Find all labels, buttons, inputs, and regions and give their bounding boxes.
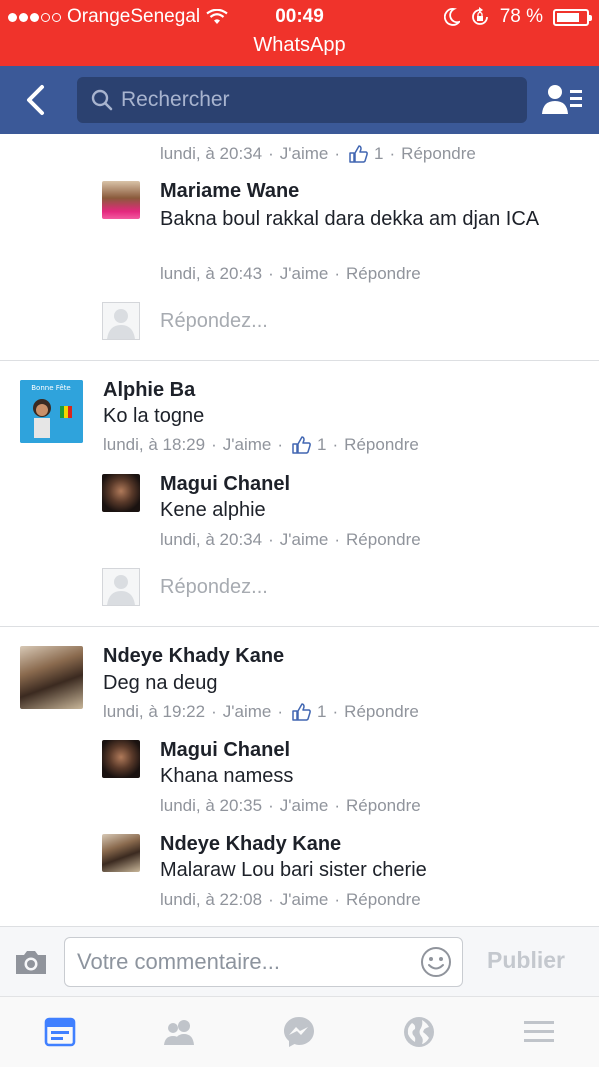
search-icon bbox=[91, 89, 113, 111]
news-feed-icon[interactable] bbox=[43, 1015, 77, 1049]
back-arrow-icon[interactable] bbox=[20, 83, 54, 117]
comment-time: lundi, à 20:35 bbox=[160, 796, 263, 815]
comment-composer: Votre commentaire... Publier bbox=[0, 926, 599, 996]
reply-link[interactable]: Répondre bbox=[346, 530, 421, 550]
comment-time: lundi, à 19:22 bbox=[103, 702, 206, 721]
reply-link[interactable]: Répondre bbox=[401, 144, 476, 164]
commenter-name[interactable]: Alphie Ba bbox=[103, 379, 195, 402]
thumbs-up-icon bbox=[292, 703, 311, 721]
like-link[interactable]: J'aime bbox=[280, 530, 329, 550]
like-link[interactable]: J'aime bbox=[280, 796, 329, 816]
rotation-lock-icon bbox=[471, 7, 488, 25]
avatar[interactable]: Bonne Fête bbox=[20, 380, 83, 443]
reply-link[interactable]: Répondre bbox=[344, 435, 419, 455]
comment-meta: lundi, à 18:29 · J'aime · 1 · Répondre bbox=[103, 435, 419, 455]
avatar[interactable] bbox=[102, 474, 140, 512]
comment-text: Deg na deug bbox=[103, 672, 218, 694]
camera-icon[interactable] bbox=[14, 948, 48, 976]
comment-text: Bakna boul rakkal dara dekka am djan ICA bbox=[160, 208, 540, 230]
navigation-bar: Rechercher bbox=[0, 66, 599, 134]
thread-divider bbox=[0, 360, 599, 361]
comment-meta: lundi, à 20:34 · J'aime · Répondre bbox=[160, 530, 421, 550]
comment-input[interactable]: Votre commentaire... bbox=[64, 937, 463, 987]
comment-time: lundi, à 20:34 bbox=[160, 144, 263, 163]
comment-meta: lundi, à 19:22 · J'aime · 1 · Répondre bbox=[103, 702, 419, 722]
search-input[interactable]: Rechercher bbox=[77, 77, 527, 123]
menu-icon[interactable] bbox=[522, 1015, 556, 1049]
friend-list-icon[interactable] bbox=[541, 82, 583, 116]
thumbs-up-icon bbox=[292, 436, 311, 454]
comment-text: Kene alphie bbox=[160, 499, 266, 521]
reply-link[interactable]: Répondre bbox=[346, 890, 421, 910]
like-link[interactable]: J'aime bbox=[223, 702, 272, 722]
comment-time: lundi, à 20:34 bbox=[160, 530, 263, 549]
emoji-icon[interactable] bbox=[420, 946, 452, 978]
tab-bar bbox=[0, 996, 599, 1067]
commenter-name[interactable]: Magui Chanel bbox=[160, 473, 290, 496]
like-count: 1 bbox=[317, 435, 327, 454]
moon-icon bbox=[443, 8, 460, 26]
like-count: 1 bbox=[374, 144, 384, 163]
comment-time: lundi, à 18:29 bbox=[103, 435, 206, 454]
like-link[interactable]: J'aime bbox=[280, 890, 329, 910]
comments-feed[interactable]: lundi, à 20:34 · J'aime · 1 · Répondre M… bbox=[0, 134, 599, 926]
like-count: 1 bbox=[317, 702, 327, 721]
publish-button[interactable]: Publier bbox=[487, 947, 565, 974]
avatar-image: Bonne Fête bbox=[20, 380, 83, 443]
reply-input[interactable]: Répondez... bbox=[160, 310, 268, 333]
comment-text: Malaraw Lou bari sister cherie bbox=[160, 859, 427, 881]
comment-meta: lundi, à 20:43 · J'aime · Répondre bbox=[160, 264, 421, 284]
comment-meta: lundi, à 20:34 · J'aime · 1 · Répondre bbox=[160, 144, 476, 164]
commenter-name[interactable]: Magui Chanel bbox=[160, 739, 290, 762]
battery-percent: 78 % bbox=[499, 6, 543, 27]
search-placeholder: Rechercher bbox=[121, 88, 230, 111]
comment-text: Khana namess bbox=[160, 765, 294, 787]
comment-placeholder: Votre commentaire... bbox=[77, 949, 280, 974]
comment-time: lundi, à 20:43 bbox=[160, 264, 263, 283]
like-link[interactable]: J'aime bbox=[280, 144, 329, 164]
like-link[interactable]: J'aime bbox=[280, 264, 329, 284]
avatar[interactable] bbox=[102, 834, 140, 872]
thread-divider bbox=[0, 626, 599, 627]
reply-input[interactable]: Répondez... bbox=[160, 576, 268, 599]
comment-time: lundi, à 22:08 bbox=[160, 890, 263, 909]
comment-meta: lundi, à 20:35 · J'aime · Répondre bbox=[160, 796, 421, 816]
avatar[interactable] bbox=[102, 740, 140, 778]
like-link[interactable]: J'aime bbox=[223, 435, 272, 455]
thumbs-up-icon bbox=[349, 145, 368, 163]
svg-text:Bonne Fête: Bonne Fête bbox=[31, 384, 71, 392]
commenter-name[interactable]: Ndeye Khady Kane bbox=[103, 645, 284, 668]
reply-link[interactable]: Répondre bbox=[346, 264, 421, 284]
my-avatar-placeholder bbox=[102, 568, 140, 606]
messenger-icon[interactable] bbox=[282, 1015, 316, 1049]
default-profile-icon bbox=[107, 575, 135, 605]
my-avatar-placeholder bbox=[102, 302, 140, 340]
battery-icon bbox=[553, 8, 592, 26]
comment-meta: lundi, à 22:08 · J'aime · Répondre bbox=[160, 890, 421, 910]
default-profile-icon bbox=[107, 309, 135, 339]
reply-link[interactable]: Répondre bbox=[346, 796, 421, 816]
notifications-globe-icon[interactable] bbox=[402, 1015, 436, 1049]
avatar[interactable] bbox=[102, 181, 140, 219]
commenter-name[interactable]: Ndeye Khady Kane bbox=[160, 833, 341, 856]
comment-text: Ko la togne bbox=[103, 405, 205, 427]
friends-icon[interactable] bbox=[162, 1015, 196, 1049]
status-bar: OrangeSenegal 00:49 78 % WhatsApp bbox=[0, 0, 599, 66]
reply-link[interactable]: Répondre bbox=[344, 702, 419, 722]
back-to-app-link[interactable]: WhatsApp bbox=[0, 34, 599, 57]
commenter-name[interactable]: Mariame Wane bbox=[160, 180, 299, 203]
avatar[interactable] bbox=[20, 646, 83, 709]
